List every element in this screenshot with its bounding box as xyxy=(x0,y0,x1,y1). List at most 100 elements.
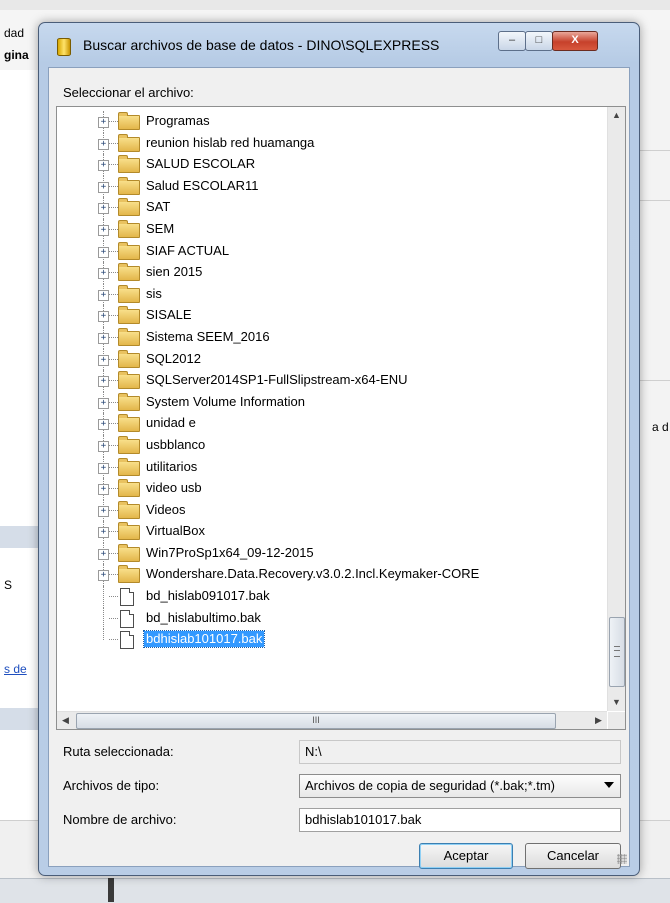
tree-item-label: bd_hislab091017.bak xyxy=(146,588,270,604)
folder-icon xyxy=(118,219,140,238)
cancel-button[interactable]: Cancelar xyxy=(525,843,621,869)
tree-folder-item[interactable]: + sis xyxy=(57,283,587,306)
tree-item-label: SEM xyxy=(146,220,175,236)
tree-folder-item[interactable]: + SQLServer2014SP1-FullSlipstream-x64-ENU xyxy=(57,370,587,392)
database-icon xyxy=(57,38,71,56)
expand-plus-icon[interactable]: + xyxy=(98,289,109,301)
tree-item-label: SQLServer2014SP1-FullSlipstream-x64-ENU xyxy=(146,372,408,388)
horizontal-scroll-thumb[interactable]: III xyxy=(76,713,556,729)
tree-folder-item[interactable]: + SALUD ESCOLAR xyxy=(57,154,587,176)
file-name-input[interactable]: bdhislab101017.bak xyxy=(299,808,621,832)
maximize-button[interactable]: □ xyxy=(525,31,553,51)
expand-plus-icon[interactable]: + xyxy=(98,138,109,150)
tree-connector xyxy=(109,250,118,252)
tree-folder-item[interactable]: + Wondershare.Data.Recovery.v3.0.2.Incl.K… xyxy=(57,564,587,587)
background-tab xyxy=(108,878,114,902)
tree-file-item[interactable]: bd_hislabultimo.bak xyxy=(57,607,587,630)
tree-folder-item[interactable]: + Programas xyxy=(57,111,587,133)
folder-icon xyxy=(118,479,140,498)
vertical-scroll-thumb[interactable] xyxy=(609,617,625,687)
tree-item-label: Programas xyxy=(146,113,210,128)
tree-file-item[interactable]: bd_hislab091017.bak xyxy=(57,586,587,608)
file-icon xyxy=(120,588,134,607)
tree-item-label: SISALE xyxy=(146,307,192,323)
tree-folder-item[interactable]: + utilitarios xyxy=(57,456,587,479)
expand-plus-icon[interactable]: + xyxy=(98,354,109,366)
expand-plus-icon[interactable]: + xyxy=(98,311,109,323)
expand-plus-icon[interactable]: + xyxy=(98,440,109,452)
tree-folder-item[interactable]: + usbblanco xyxy=(57,434,587,457)
tree-connector xyxy=(109,639,118,641)
folder-icon xyxy=(118,263,140,282)
tree-item-label: System Volume Information xyxy=(146,393,305,409)
close-button[interactable]: X xyxy=(552,31,598,51)
window-title: Buscar archivos de base de datos - DINO\… xyxy=(83,37,440,53)
expand-plus-icon[interactable]: + xyxy=(98,484,109,496)
tree-folder-item[interactable]: + unidad e xyxy=(57,413,587,435)
tree-folder-item[interactable]: + Salud ESCOLAR11 xyxy=(57,175,587,198)
expand-plus-icon[interactable]: + xyxy=(98,419,109,431)
tree-connector xyxy=(109,444,118,446)
tree-connector xyxy=(109,358,118,360)
vertical-scrollbar[interactable]: ▲ ▼ xyxy=(607,107,625,711)
expand-plus-icon[interactable]: + xyxy=(98,548,109,560)
tree-item-label: usbblanco xyxy=(146,436,206,452)
tree-folder-item[interactable]: + reunion hislab red huamanga xyxy=(57,132,587,155)
background-link[interactable]: s de xyxy=(4,662,27,676)
folder-icon xyxy=(118,565,140,584)
tree-folder-item[interactable]: + SQL2012 xyxy=(57,348,587,371)
scroll-up-arrow-icon[interactable]: ▲ xyxy=(608,107,625,124)
tree-connector xyxy=(103,586,104,608)
tree-folder-item[interactable]: + SISALE xyxy=(57,305,587,327)
minimize-button[interactable]: – xyxy=(498,31,526,51)
accept-button[interactable]: Aceptar xyxy=(419,843,513,869)
tree-folder-item[interactable]: + System Volume Information xyxy=(57,391,587,414)
tree-connector xyxy=(109,531,118,533)
tree-folder-item[interactable]: + SIAF ACTUAL xyxy=(57,240,587,263)
tree-folder-item[interactable]: + VirtualBox xyxy=(57,521,587,543)
horizontal-scrollbar[interactable]: ◀ III ▶ xyxy=(57,711,607,729)
resize-grip-icon[interactable] xyxy=(617,854,627,864)
expand-plus-icon[interactable]: + xyxy=(98,268,109,280)
title-bar[interactable]: Buscar archivos de base de datos - DINO\… xyxy=(39,23,639,67)
tree-item-label: Sistema SEEM_2016 xyxy=(146,328,270,344)
expand-plus-icon[interactable]: + xyxy=(98,376,109,388)
tree-connector xyxy=(109,272,118,274)
tree-folder-item[interactable]: + SEM xyxy=(57,218,587,241)
scroll-right-arrow-icon[interactable]: ▶ xyxy=(590,712,607,729)
tree-folder-item[interactable]: + Videos xyxy=(57,499,587,522)
tree-folder-item[interactable]: + video usb xyxy=(57,478,587,500)
tree-connector xyxy=(109,617,118,619)
tree-file-item[interactable]: bdhislab101017.bak xyxy=(57,629,587,651)
file-name-label: Nombre de archivo: xyxy=(63,812,177,827)
file-tree[interactable]: + Programas + reunion hislab red huamanga + S… xyxy=(56,106,626,730)
file-type-select[interactable]: Archivos de copia de seguridad (*.bak;*.… xyxy=(299,774,621,798)
grip-icon xyxy=(614,646,620,657)
expand-plus-icon[interactable]: + xyxy=(98,332,109,344)
tree-item-label: bd_hislabultimo.bak xyxy=(146,609,261,625)
scroll-left-arrow-icon[interactable]: ◀ xyxy=(57,712,74,729)
tree-item-label: Videos xyxy=(146,501,186,517)
scroll-down-arrow-icon[interactable]: ▼ xyxy=(608,694,625,711)
expand-plus-icon[interactable]: + xyxy=(98,505,109,517)
tree-item-label: VirtualBox xyxy=(146,523,206,539)
expand-plus-icon[interactable]: + xyxy=(98,397,109,409)
file-tree-rows: + Programas + reunion hislab red huamanga + S… xyxy=(57,111,587,651)
expand-plus-icon[interactable]: + xyxy=(98,224,109,236)
expand-plus-icon[interactable]: + xyxy=(98,181,109,193)
tree-folder-item[interactable]: + Sistema SEEM_2016 xyxy=(57,326,587,349)
folder-icon xyxy=(118,500,140,519)
expand-plus-icon[interactable]: + xyxy=(98,160,109,172)
tree-folder-item[interactable]: + SAT xyxy=(57,197,587,219)
expand-plus-icon[interactable]: + xyxy=(98,117,109,128)
expand-plus-icon[interactable]: + xyxy=(98,462,109,474)
tree-folder-item[interactable]: + Win7ProSp1x64_09-12-2015 xyxy=(57,542,587,565)
tree-item-label: video usb xyxy=(146,480,202,496)
expand-plus-icon[interactable]: + xyxy=(98,527,109,539)
select-file-label: Seleccionar el archivo: xyxy=(63,85,194,100)
tree-connector xyxy=(109,401,118,403)
tree-folder-item[interactable]: + sien 2015 xyxy=(57,262,587,284)
expand-plus-icon[interactable]: + xyxy=(98,570,109,582)
expand-plus-icon[interactable]: + xyxy=(98,246,109,258)
expand-plus-icon[interactable]: + xyxy=(98,203,109,215)
